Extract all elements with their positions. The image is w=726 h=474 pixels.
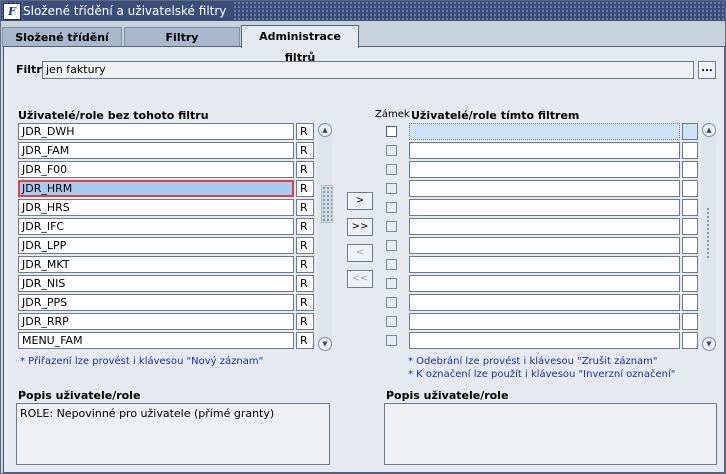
lock-column-header: Zámek (375, 109, 410, 120)
left-row-type[interactable]: R (296, 199, 314, 216)
left-row-type[interactable]: R (296, 180, 314, 197)
splitter-handle[interactable] (321, 185, 333, 223)
right-list-header: Uživatelé/role tímto filtrem (411, 109, 580, 122)
left-row-name[interactable]: JDR_FAM (18, 142, 294, 159)
left-row-type[interactable]: R (296, 294, 314, 311)
left-row-type[interactable]: R (296, 275, 314, 292)
right-row-type[interactable] (682, 313, 698, 330)
lock-checkbox[interactable] (386, 240, 397, 251)
left-row-name[interactable]: MENU_FAM (18, 332, 294, 349)
right-row-name[interactable] (409, 123, 680, 140)
scroll-down-icon[interactable]: ▼ (702, 337, 716, 351)
right-row-type[interactable] (682, 218, 698, 235)
left-desc-field[interactable]: ROLE: Nepovinné pro uživatele (přímé gra… (16, 403, 330, 465)
left-row-type[interactable]: R (296, 218, 314, 235)
right-row-type[interactable] (682, 237, 698, 254)
right-row-name[interactable] (409, 275, 680, 292)
left-row-type[interactable]: R (296, 332, 314, 349)
left-row-name[interactable]: JDR_HRM (18, 180, 294, 197)
left-row-name[interactable]: JDR_PPS (18, 294, 294, 311)
add-button[interactable]: > (347, 192, 373, 210)
right-row-name[interactable] (409, 142, 680, 159)
lock-checkbox[interactable] (386, 183, 397, 194)
right-note-invert: * K označení lze použít i klávesou "Inve… (408, 369, 676, 380)
right-note-remove: * Odebrání lze provést i klávesou "Zruši… (408, 356, 658, 367)
filter-lov-button[interactable]: ... (698, 61, 716, 79)
left-list-header: Uživatelé/role bez tohoto filtru (18, 109, 209, 122)
left-row-name[interactable]: JDR_LPP (18, 237, 294, 254)
title-bar[interactable]: F Složené třídění a uživatelské filtry (1, 1, 725, 21)
right-row-type[interactable] (682, 161, 698, 178)
right-row-type[interactable] (682, 142, 698, 159)
left-row-type[interactable]: R (296, 256, 314, 273)
lock-checkbox[interactable] (386, 297, 397, 308)
lock-checkbox[interactable] (386, 259, 397, 270)
scroll-up-icon[interactable]: ▲ (702, 123, 716, 137)
filter-label: Filtr (16, 63, 42, 76)
left-row-name[interactable]: JDR_RRP (18, 313, 294, 330)
left-note: * Přiřazení lze provést i klávesou "Nový… (20, 356, 264, 367)
scroll-up-icon[interactable]: ▲ (318, 123, 332, 137)
lock-checkbox[interactable] (386, 126, 397, 137)
right-row-name[interactable] (409, 313, 680, 330)
left-row-name[interactable]: JDR_F00 (18, 161, 294, 178)
scroll-down-icon[interactable]: ▼ (318, 337, 332, 351)
right-row-type[interactable] (682, 294, 698, 311)
right-row-name[interactable] (409, 332, 680, 349)
right-splitter-grip[interactable] (706, 207, 710, 259)
add-all-button[interactable]: >> (347, 218, 373, 236)
right-row-type[interactable] (682, 256, 698, 273)
right-row-type[interactable] (682, 180, 698, 197)
right-row-name[interactable] (409, 256, 680, 273)
lock-checkbox[interactable] (386, 145, 397, 156)
tab-filtry[interactable]: Filtry (124, 27, 240, 47)
lock-checkbox[interactable] (386, 202, 397, 213)
left-row-name[interactable]: JDR_DWH (18, 123, 294, 140)
right-row-type[interactable] (682, 123, 698, 140)
left-row-type[interactable]: R (296, 237, 314, 254)
tab-bar: Složené třídění Filtry Administrace filt… (1, 25, 725, 64)
right-row-type[interactable] (682, 199, 698, 216)
right-row-name[interactable] (409, 199, 680, 216)
left-row-name[interactable]: JDR_HRS (18, 199, 294, 216)
right-row-type[interactable] (682, 332, 698, 349)
left-scrollbar[interactable]: ▲ ▼ (318, 123, 332, 351)
remove-all-button[interactable]: << (347, 270, 373, 288)
app-logo-icon: F (3, 3, 21, 20)
right-row-name[interactable] (409, 218, 680, 235)
filter-field[interactable]: jen faktury (42, 61, 694, 79)
lock-checkbox[interactable] (386, 164, 397, 175)
remove-button[interactable]: < (347, 244, 373, 262)
right-desc-field[interactable] (384, 403, 717, 465)
lock-checkbox[interactable] (386, 335, 397, 346)
left-row-name[interactable]: JDR_IFC (18, 218, 294, 235)
right-row-name[interactable] (409, 180, 680, 197)
left-row-type[interactable]: R (296, 123, 314, 140)
right-row-name[interactable] (409, 294, 680, 311)
dialog-window: F Složené třídění a uživatelské filtry S… (0, 0, 726, 474)
left-row-name[interactable]: JDR_NIS (18, 275, 294, 292)
left-row-type[interactable]: R (296, 313, 314, 330)
tab-panel: Filtr jen faktury ... Uživatelé/role bez… (3, 46, 725, 473)
window-title: Složené třídění a uživatelské filtry (23, 1, 235, 21)
lock-checkbox[interactable] (386, 278, 397, 289)
right-desc-label: Popis uživatele/role (386, 389, 509, 402)
left-desc-label: Popis uživatele/role (18, 389, 141, 402)
lock-checkbox[interactable] (386, 316, 397, 327)
tab-administrace-filtru[interactable]: Administrace filtrů (241, 25, 359, 64)
right-row-name[interactable] (409, 237, 680, 254)
tab-slozene-trideni[interactable]: Složené třídění (2, 27, 122, 47)
left-row-name[interactable]: JDR_MKT (18, 256, 294, 273)
left-row-type[interactable]: R (296, 161, 314, 178)
right-row-name[interactable] (409, 161, 680, 178)
right-row-type[interactable] (682, 275, 698, 292)
left-row-type[interactable]: R (296, 142, 314, 159)
lock-checkbox[interactable] (386, 221, 397, 232)
